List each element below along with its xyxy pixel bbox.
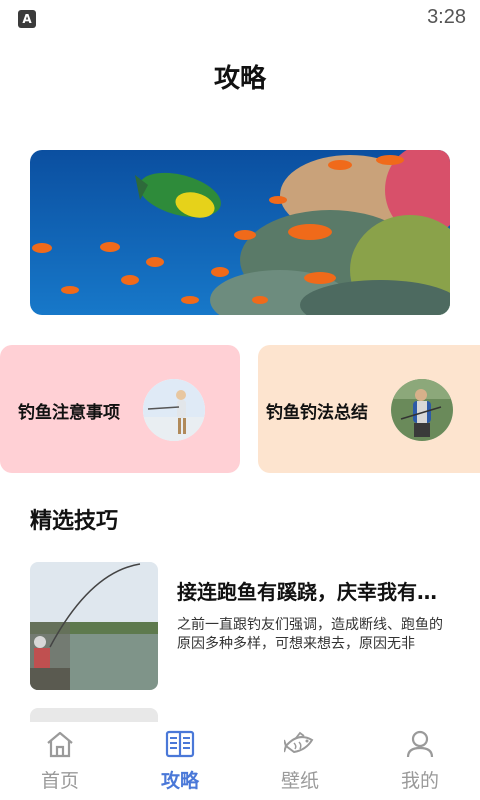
article-excerpt: 之前一直跟钓友们强调，造成断线、跑鱼的原因多种多样，可想来想去，原因无非 bbox=[177, 617, 443, 652]
article-thumbnail bbox=[30, 562, 158, 690]
category-card-techniques[interactable]: 钓鱼钓法总结 bbox=[258, 345, 480, 473]
tab-label: 我的 bbox=[400, 770, 439, 792]
banner-image[interactable] bbox=[30, 150, 450, 315]
tab-guides[interactable]: 攻略 bbox=[120, 722, 240, 800]
bottom-tab-bar: 首页 攻略 壁纸 我的 bbox=[0, 722, 480, 800]
category-card-precautions[interactable]: 钓鱼注意事项 bbox=[0, 345, 240, 473]
tab-label: 首页 bbox=[40, 770, 79, 792]
category-label: 钓鱼注意事项 bbox=[18, 403, 120, 423]
tab-label: 攻略 bbox=[160, 770, 199, 792]
user-icon bbox=[406, 730, 434, 758]
fish-icon bbox=[284, 731, 314, 754]
status-bar: A 3:28 bbox=[0, 0, 480, 38]
angler-avatar bbox=[143, 379, 205, 441]
status-time: 3:28 bbox=[427, 6, 466, 28]
category-label: 钓鱼钓法总结 bbox=[266, 403, 368, 423]
home-icon bbox=[47, 731, 73, 758]
article-title: 接连跑鱼有蹊跷，庆幸我有… bbox=[177, 580, 437, 604]
tab-home[interactable]: 首页 bbox=[0, 722, 120, 800]
page-title: 攻略 bbox=[213, 64, 266, 94]
coral-reef-illustration bbox=[30, 150, 450, 315]
app-notification-icon: A bbox=[18, 10, 36, 28]
book-icon bbox=[165, 730, 195, 758]
angler-avatar bbox=[391, 379, 453, 441]
tab-profile[interactable]: 我的 bbox=[360, 722, 480, 800]
article-card[interactable]: 接连跑鱼有蹊跷，庆幸我有… 之前一直跟钓友们强调，造成断线、跑鱼的原因多种多样，… bbox=[30, 562, 470, 690]
tab-wallpaper[interactable]: 壁纸 bbox=[240, 722, 360, 800]
section-title: 精选技巧 bbox=[30, 509, 119, 534]
tab-label: 壁纸 bbox=[280, 770, 319, 792]
